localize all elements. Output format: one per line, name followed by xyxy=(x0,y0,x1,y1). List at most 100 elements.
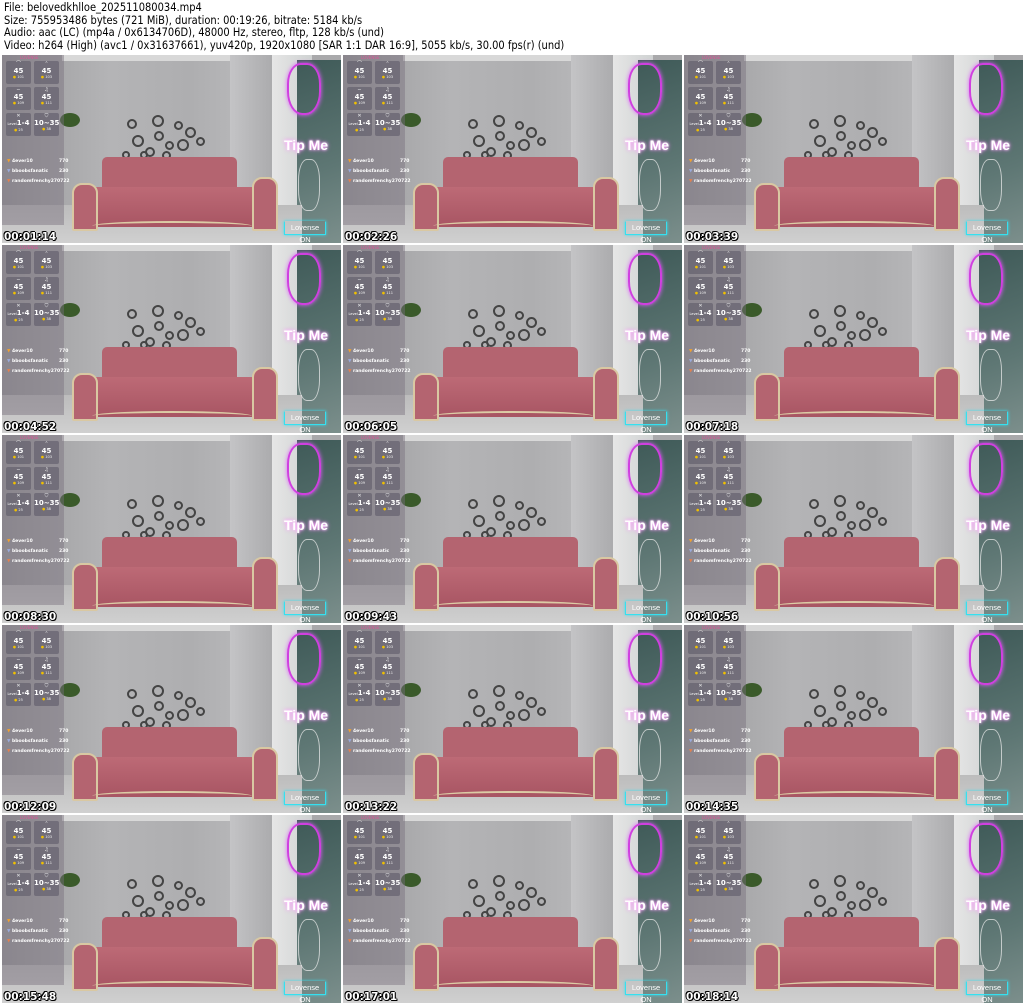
tip-amount: 101 xyxy=(17,455,25,459)
tip-level-cell: ♫ 45 ● 111 xyxy=(34,277,59,300)
trophy-icon: ▼ xyxy=(689,739,693,744)
tip-duration: 45 xyxy=(41,67,52,75)
tip-duration: 1-4 xyxy=(698,499,712,507)
tip-duration: 45 xyxy=(382,67,393,75)
leaderboard-entry: ▼ 4ever10 770 xyxy=(689,919,750,924)
brand-label: LOVENSE xyxy=(20,435,39,440)
tip-duration: 45 xyxy=(354,67,365,75)
lovense-panel: LOVENSE ⌒ 45 ● 101 ⌃ 45 ● 103 ∼ 45 ● 109 ♫ 45 ● 111 ✕… xyxy=(2,435,70,605)
tip-level-cell: ⌃ 45 ● 103 xyxy=(716,441,741,464)
tip-duration: 1-4 xyxy=(698,879,712,887)
tip-duration: 45 xyxy=(695,853,706,861)
coin-icon: ● xyxy=(353,835,358,839)
leaderboard-entry: ▼ bboobsfanatic 230 xyxy=(7,739,68,744)
video-thumbnail[interactable]: LOVENSE ⌒ 45 ● 101 ⌃ 45 ● 103 ∼ 45 ● 109 ♫ 45 ● 111 ✕… xyxy=(684,55,1023,243)
coin-icon: ● xyxy=(42,317,46,321)
tip-amount: 103 xyxy=(45,75,53,79)
wall-decoration-ring xyxy=(867,507,878,518)
coin-icon: ● xyxy=(12,101,17,105)
lovense-panel: LOVENSE ⌒ 45 ● 101 ⌃ 45 ● 103 ∼ 45 ● 109 ♫ 45 ● 111 ✕… xyxy=(343,625,411,795)
tip-duration: 45 xyxy=(13,637,24,645)
tip-level-cell: ♫ 45 ● 111 xyxy=(34,847,59,870)
tip-amount: 111 xyxy=(386,861,394,865)
video-thumbnail[interactable]: LOVENSE ⌒ 45 ● 101 ⌃ 45 ● 103 ∼ 45 ● 109 ♫ 45 ● 111 ✕… xyxy=(343,55,682,243)
wall-decoration-ring xyxy=(506,711,515,720)
tip-duration: 1-4 xyxy=(16,689,30,697)
level-prefix: Level xyxy=(348,882,358,886)
tip-level-cell: ⌃ 45 ● 103 xyxy=(716,631,741,654)
wall-decoration-ring xyxy=(834,685,846,697)
video-thumbnail[interactable]: LOVENSE ⌒ 45 ● 101 ⌃ 45 ● 103 ∼ 45 ● 109 ♫ 45 ● 111 ✕… xyxy=(343,435,682,623)
tipper-name: 4ever10 xyxy=(12,919,33,924)
video-thumbnail[interactable]: LOVENSE ⌒ 45 ● 101 ⌃ 45 ● 103 ∼ 45 ● 109 ♫ 45 ● 111 ✕… xyxy=(684,815,1023,1003)
tip-amount: 111 xyxy=(45,291,53,295)
tip-amount: 38 xyxy=(728,317,733,321)
coin-icon: ● xyxy=(696,698,700,702)
tipper-name: bboobsfanatic xyxy=(12,549,49,554)
wall-decoration-ring xyxy=(847,711,856,720)
tip-amount: 103 xyxy=(727,75,735,79)
tipper-name: bboobsfanatic xyxy=(694,929,731,934)
video-thumbnail[interactable]: LOVENSE ⌒ 45 ● 101 ⌃ 45 ● 103 ∼ 45 ● 109 ♫ 45 ● 111 ✕… xyxy=(2,55,341,243)
wall-decoration-ring xyxy=(537,707,546,716)
leaderboard-entry: ▼ 4ever10 770 xyxy=(689,539,750,544)
tip-level-cell: ⛉ 10~35 ● 38 xyxy=(34,683,59,706)
trophy-icon: ▼ xyxy=(689,179,693,184)
video-thumbnail[interactable]: LOVENSE ⌒ 45 ● 101 ⌃ 45 ● 103 ∼ 45 ● 109 ♫ 45 ● 111 ✕… xyxy=(684,245,1023,433)
sofa-trim xyxy=(92,411,252,421)
wall-decoration-ring xyxy=(132,705,144,717)
video-thumbnail[interactable]: LOVENSE ⌒ 45 ● 101 ⌃ 45 ● 103 ∼ 45 ● 109 ♫ 45 ● 111 ✕… xyxy=(2,815,341,1003)
tip-amount: 25 xyxy=(359,128,364,132)
wall-decoration-ring xyxy=(185,317,196,328)
trophy-icon: ▼ xyxy=(689,919,693,924)
tip-amount: 38 xyxy=(728,127,733,131)
coin-icon: ● xyxy=(40,455,45,459)
neon-outline xyxy=(980,349,1002,401)
wall-decoration-ring xyxy=(495,701,505,711)
video-thumbnail[interactable]: LOVENSE ⌒ 45 ● 101 ⌃ 45 ● 103 ∼ 45 ● 109 ♫ 45 ● 111 ✕… xyxy=(684,435,1023,623)
coin-icon: ● xyxy=(694,101,699,105)
video-thumbnail[interactable]: LOVENSE ⌒ 45 ● 101 ⌃ 45 ● 103 ∼ 45 ● 109 ♫ 45 ● 111 ✕… xyxy=(343,625,682,813)
trophy-icon: ▼ xyxy=(7,169,11,174)
tipper-name: bboobsfanatic xyxy=(694,359,731,364)
tip-amount: 109 xyxy=(358,861,366,865)
sofa-arm-right xyxy=(252,747,278,801)
tip-amount: 25 xyxy=(18,318,23,322)
video-thumbnail[interactable]: LOVENSE ⌒ 45 ● 101 ⌃ 45 ● 103 ∼ 45 ● 109 ♫ 45 ● 111 ✕… xyxy=(343,815,682,1003)
trophy-icon: ▼ xyxy=(348,919,352,924)
tip-duration: 45 xyxy=(695,447,706,455)
leaderboard-entry: ▼ randomfrenchy270722 xyxy=(7,179,70,184)
leaderboard-entry: ▼ 4ever10 770 xyxy=(7,349,68,354)
brand-label: LOVENSE xyxy=(20,815,39,820)
wall-decoration-ring xyxy=(878,897,887,906)
tipper-amount: 230 xyxy=(741,739,751,744)
sofa-trim xyxy=(92,981,252,991)
video-thumbnail[interactable]: LOVENSE ⌒ 45 ● 101 ⌃ 45 ● 103 ∼ 45 ● 109 ♫ 45 ● 111 ✕… xyxy=(2,245,341,433)
coin-icon: ● xyxy=(381,645,386,649)
video-thumbnail[interactable]: LOVENSE ⌒ 45 ● 101 ⌃ 45 ● 103 ∼ 45 ● 109 ♫ 45 ● 111 ✕… xyxy=(2,435,341,623)
tip-me-sign: Tip Me xyxy=(966,327,1011,343)
wall-decoration-ring xyxy=(127,119,137,129)
trophy-icon: ▼ xyxy=(689,349,693,354)
trophy-icon: ▼ xyxy=(348,159,352,164)
tip-duration: 10~35 xyxy=(34,119,60,127)
video-thumbnail[interactable]: LOVENSE ⌒ 45 ● 101 ⌃ 45 ● 103 ∼ 45 ● 109 ♫ 45 ● 111 ✕… xyxy=(343,245,682,433)
tip-amount: 25 xyxy=(700,128,705,132)
wall-decoration-ring xyxy=(196,327,205,336)
sofa-trim xyxy=(92,601,252,611)
tipper-name: randomfrenchy270722 xyxy=(12,369,70,374)
wall-decoration-ring xyxy=(856,691,865,700)
tip-duration: 45 xyxy=(354,473,365,481)
wall-decoration-ring xyxy=(526,507,537,518)
video-thumbnail[interactable]: LOVENSE ⌒ 45 ● 101 ⌃ 45 ● 103 ∼ 45 ● 109 ♫ 45 ● 111 ✕… xyxy=(2,625,341,813)
video-thumbnail[interactable]: LOVENSE ⌒ 45 ● 101 ⌃ 45 ● 103 ∼ 45 ● 109 ♫ 45 ● 111 ✕… xyxy=(684,625,1023,813)
coin-icon: ● xyxy=(381,291,386,295)
tip-amount: 38 xyxy=(728,697,733,701)
tip-duration: 10~35 xyxy=(716,119,742,127)
brand-label: LOVENSE xyxy=(702,435,721,440)
wall-decoration-ring xyxy=(809,689,819,699)
tip-duration: 45 xyxy=(13,473,24,481)
tip-amount: 111 xyxy=(386,101,394,105)
tip-amount: 103 xyxy=(386,75,394,79)
coin-icon: ● xyxy=(355,318,359,322)
